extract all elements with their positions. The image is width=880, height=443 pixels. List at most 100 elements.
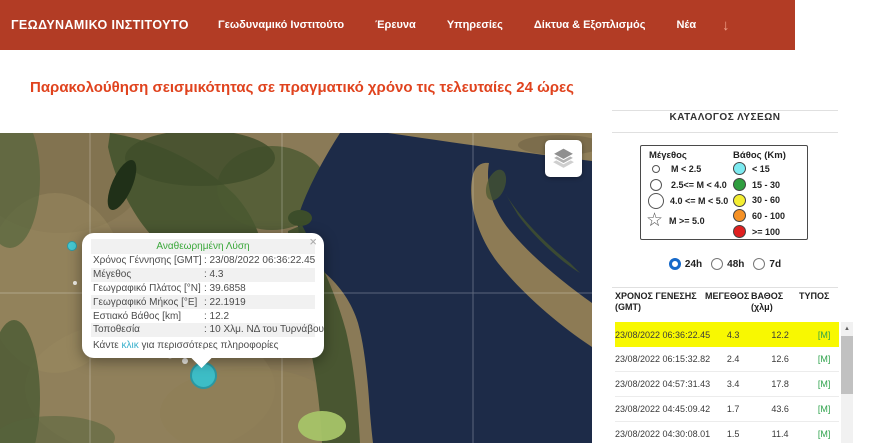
- popup-row: Γεωγραφικό Πλάτος [°N]: 39.6858: [91, 282, 315, 296]
- legend-depth-label: 30 - 60: [752, 195, 780, 205]
- legend-magnitude-item: ☆ M >= 5.0: [649, 209, 728, 232]
- panel-divider-mid: [612, 132, 838, 133]
- earthquake-popup: × Αναθεωρημένη Λύση Χρόνος Γέννησης [GMT…: [82, 233, 324, 358]
- cell-type: [M]: [804, 330, 839, 340]
- cell-magnitude: 3.4: [710, 379, 756, 389]
- legend-depth-item: 15 - 30: [733, 177, 786, 193]
- nav-item[interactable]: Δίκτυα & Εξοπλισμός: [534, 19, 646, 31]
- satellite-map[interactable]: × Αναθεωρημένη Λύση Χρόνος Γέννησης [GMT…: [0, 133, 592, 443]
- header-time: ΧΡΟΝΟΣ ΓΕΝΕΣΗΣ (GMT): [615, 291, 705, 313]
- legend-box: Μέγεθος M < 2.52.5<= M < 4.04.0 <= M < 5…: [640, 145, 808, 240]
- layers-control-button[interactable]: [545, 140, 582, 177]
- popup-footer-pre: Κάντε: [93, 340, 122, 351]
- time-filter-group: 24h 48h 7d: [612, 258, 838, 270]
- star-icon: ☆: [646, 211, 663, 230]
- popup-row-value: : 12.2: [204, 311, 229, 322]
- popup-row-label: Γεωγραφικό Πλάτος [°N]: [91, 283, 204, 294]
- cell-time: 23/08/2022 06:15:32.82: [615, 354, 710, 364]
- magnitude-circle-icon: [652, 165, 660, 173]
- table-row[interactable]: 23/08/2022 04:30:08.011.511.4[M]: [615, 422, 839, 443]
- popup-row: Χρόνος Γέννησης [GMT]: 23/08/2022 06:36:…: [91, 254, 315, 268]
- down-arrow-icon[interactable]: ↓: [722, 0, 730, 50]
- table-row[interactable]: 23/08/2022 04:45:09.421.743.6[M]: [615, 397, 839, 422]
- time-filter-label: 24h: [685, 259, 702, 270]
- cell-time: 23/08/2022 06:36:22.45: [615, 330, 710, 340]
- depth-circle-icon: [733, 209, 746, 222]
- legend-magnitude-item: M < 2.5: [649, 161, 728, 177]
- cell-depth: 17.8: [756, 379, 804, 389]
- magnitude-circle-icon: [650, 179, 662, 191]
- cell-time: 23/08/2022 04:45:09.42: [615, 404, 710, 414]
- table-row[interactable]: 23/08/2022 06:15:32.822.412.6[M]: [615, 347, 839, 372]
- scroll-up-icon[interactable]: ▲: [841, 322, 853, 335]
- cell-magnitude: 1.7: [710, 404, 756, 414]
- time-filter-7d[interactable]: 7d: [753, 258, 781, 270]
- popup-row-label: Μέγεθος: [91, 269, 204, 280]
- legend-depth-label: >= 100: [752, 227, 780, 237]
- cell-depth: 12.2: [756, 330, 804, 340]
- table-scrollbar[interactable]: ▲: [841, 322, 853, 443]
- table-header: ΧΡΟΝΟΣ ΓΕΝΕΣΗΣ (GMT) ΜΕΓΕΘΟΣ ΒΑΘΟΣ (χλμ)…: [615, 291, 839, 313]
- magnitude-circle-icon: [648, 193, 664, 209]
- header-depth: ΒΑΘΟΣ (χλμ): [751, 291, 799, 313]
- cell-time: 23/08/2022 04:30:08.01: [615, 429, 710, 439]
- scrollbar-thumb[interactable]: [841, 336, 853, 394]
- depth-circle-icon: [733, 178, 746, 191]
- table-rows: 23/08/2022 06:36:22.454.312.2[M]23/08/20…: [615, 322, 839, 443]
- legend-magnitude-label: 4.0 <= M < 5.0: [670, 196, 728, 206]
- popup-row: Τοποθεσία: 10 Χλμ. ΝΔ του Τυρνάβου: [91, 323, 315, 337]
- legend-magnitude-items: M < 2.5 2.5<= M < 4.0 4.0 <= M < 5.0 ☆ M >= …: [649, 161, 728, 232]
- layers-icon: [551, 146, 576, 171]
- top-navbar: ΓΕΩΔΥΝΑΜΙΚΟ ΙΝΣΤΙΤΟΥΤΟ Γεωδυναμικό Ινστι…: [0, 0, 795, 50]
- time-filter-label: 7d: [769, 259, 781, 270]
- nav-item[interactable]: Νέα: [676, 19, 696, 31]
- legend-depth-label: 60 - 100: [752, 211, 785, 221]
- depth-circle-icon: [733, 194, 746, 207]
- legend-magnitude-item: 4.0 <= M < 5.0: [649, 193, 728, 209]
- legend-magnitude-label: M < 2.5: [671, 164, 701, 174]
- popup-row-value: : 22.1919: [204, 297, 246, 308]
- popup-title: Αναθεωρημένη Λύση: [91, 239, 315, 254]
- close-icon[interactable]: ×: [309, 235, 317, 249]
- legend-depth-item: < 15: [733, 161, 786, 177]
- radio-icon[interactable]: [669, 258, 681, 270]
- page-title: Παρακολούθηση σεισμικότητας σε πραγματικ…: [30, 79, 574, 96]
- header-magnitude: ΜΕΓΕΘΟΣ: [705, 291, 751, 313]
- popup-row-label: Εστιακό Βάθος [km]: [91, 311, 204, 322]
- legend-magnitude-column: Μέγεθος M < 2.52.5<= M < 4.04.0 <= M < 5…: [649, 150, 728, 232]
- cell-type: [M]: [804, 429, 839, 439]
- legend-depth-label: < 15: [752, 164, 770, 174]
- cell-time: 23/08/2022 04:57:31.43: [615, 379, 710, 389]
- time-filter-48h[interactable]: 48h: [711, 258, 744, 270]
- time-filter-label: 48h: [727, 259, 744, 270]
- radio-icon[interactable]: [711, 258, 723, 270]
- small-earthquake-marker[interactable]: [68, 242, 77, 251]
- table-row[interactable]: 23/08/2022 04:57:31.433.417.8[M]: [615, 372, 839, 397]
- brand-title[interactable]: ΓΕΩΔΥΝΑΜΙΚΟ ΙΝΣΤΙΤΟΥΤΟ: [11, 18, 189, 32]
- nav-item[interactable]: Υπηρεσίες: [447, 19, 503, 31]
- cell-type: [M]: [804, 404, 839, 414]
- nav-item[interactable]: Έρευνα: [375, 19, 416, 31]
- time-filter-24h[interactable]: 24h: [669, 258, 702, 270]
- popup-row-value: : 4.3: [204, 269, 223, 280]
- legend-depth-item: 30 - 60: [733, 192, 786, 208]
- cell-magnitude: 2.4: [710, 354, 756, 364]
- cell-depth: 12.6: [756, 354, 804, 364]
- popup-row-label: Τοποθεσία: [91, 324, 204, 335]
- cell-magnitude: 4.3: [710, 330, 756, 340]
- legend-magnitude-label: M >= 5.0: [669, 216, 705, 226]
- popup-row-value: : 10 Χλμ. ΝΔ του Τυρνάβου: [204, 324, 324, 335]
- nav-item[interactable]: Γεωδυναμικό Ινστιτούτο: [218, 19, 344, 31]
- popup-footer-post: για περισσότερες πληροφορίες: [139, 340, 279, 351]
- legend-magnitude-item: 2.5<= M < 4.0: [649, 177, 728, 193]
- legend-depth-item: >= 100: [733, 224, 786, 240]
- popup-row: Μέγεθος: 4.3: [91, 268, 315, 282]
- legend-depth-items: < 15 15 - 30 30 - 60 60 - 100 >= 100: [733, 161, 786, 239]
- radio-icon[interactable]: [753, 258, 765, 270]
- cell-depth: 11.4: [756, 429, 804, 439]
- legend-depth-label: 15 - 30: [752, 180, 780, 190]
- popup-row-label: Γεωγραφικό Μήκος [°E]: [91, 297, 204, 308]
- header-type: ΤΥΠΟΣ: [799, 291, 839, 313]
- popup-more-info-link[interactable]: κλικ: [122, 340, 139, 351]
- table-row[interactable]: 23/08/2022 06:36:22.454.312.2[M]: [615, 322, 839, 347]
